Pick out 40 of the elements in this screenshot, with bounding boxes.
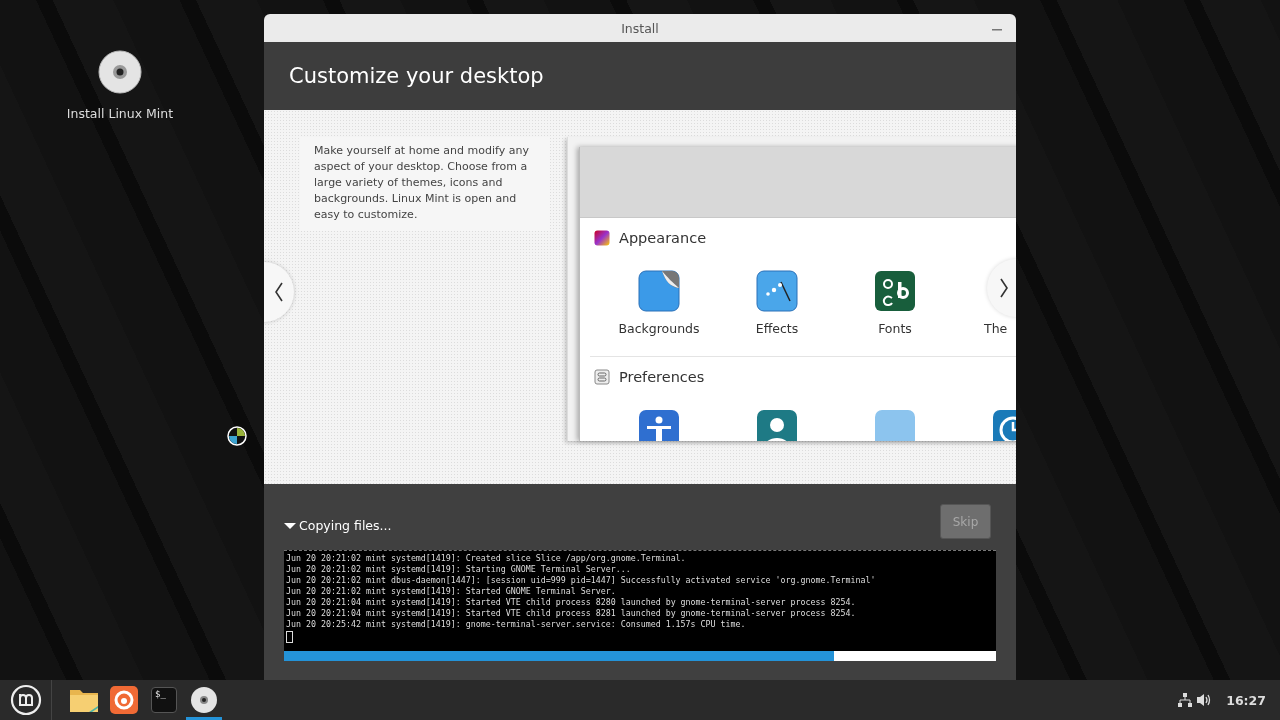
folder-icon — [69, 687, 99, 713]
terminal-icon: $_ — [151, 687, 177, 713]
disc-icon[interactable] — [98, 50, 142, 94]
browser-icon — [110, 686, 138, 714]
user-icon[interactable] — [756, 409, 798, 441]
minimize-icon[interactable] — [992, 28, 1002, 32]
copying-files-expander[interactable]: Copying files... — [284, 518, 392, 533]
log-line: Jun 20 20:21:02 mint systemd[1419]: Created slice Slice /app/org.gnome.Terminal. — [286, 553, 687, 564]
menu-icon[interactable] — [10, 684, 42, 716]
log-line: Jun 20 20:21:02 mint systemd[1419]: Started GNOME Terminal Server. — [286, 586, 617, 597]
chevron-left-icon — [274, 281, 284, 303]
window-title: Install — [621, 20, 659, 36]
settings-item-label[interactable]: Backgrounds — [618, 321, 700, 336]
palette-icon — [594, 230, 610, 246]
chevron-right-icon — [999, 277, 1009, 299]
fonts-icon[interactable] — [874, 270, 916, 312]
volume-icon[interactable] — [1196, 693, 1213, 707]
desktop-icon-label[interactable]: Install Linux Mint — [66, 106, 174, 121]
log-line: Jun 20 20:21:02 mint dbus-daemon[1447]: [session uid=999 pid=1447] Successfully activated service 'org.gnome.Terminal' — [286, 575, 877, 586]
page-heading: Customize your desktop — [289, 64, 544, 88]
magic-wand-icon[interactable] — [756, 270, 798, 312]
network-icon[interactable] — [1178, 693, 1193, 707]
terminal-cursor — [286, 631, 293, 643]
section-title: Appearance — [619, 230, 707, 246]
settings-item-label[interactable]: The — [984, 321, 1008, 336]
taskbar-button[interactable]: $_ — [146, 680, 182, 720]
log-line: Jun 20 20:25:42 mint systemd[1419]: gnome-terminal-server.service: Consumed 1.157s CPU time. — [286, 619, 747, 630]
toggles-icon — [594, 369, 610, 385]
settings-item-label[interactable]: Fonts — [878, 321, 912, 336]
log-line: Jun 20 20:21:02 mint systemd[1419]: Starting GNOME Terminal Server... — [286, 564, 632, 575]
busy-cursor-icon — [227, 426, 247, 446]
log-line: Jun 20 20:21:04 mint systemd[1419]: Started VTE child process 8281 launched by gnome-terminal-server process 8254. — [286, 608, 857, 619]
clock[interactable]: 16:27 — [1226, 692, 1266, 708]
settings-item-label[interactable]: Effects — [755, 321, 799, 336]
log-line: Jun 20 20:21:04 mint systemd[1419]: Started VTE child process 8280 launched by gnome-terminal-server process 8254. — [286, 597, 857, 608]
disc-icon — [190, 686, 218, 714]
description-text: Make yourself at home and modify any aspect of your desktop. Choose from a large variety of themes, icons and backgrounds. Linux Mint is open and easy to customize. — [314, 143, 530, 223]
accessibility-icon[interactable] — [638, 409, 680, 441]
section-title: Preferences — [619, 369, 705, 385]
wallpaper-icon[interactable] — [638, 270, 680, 312]
